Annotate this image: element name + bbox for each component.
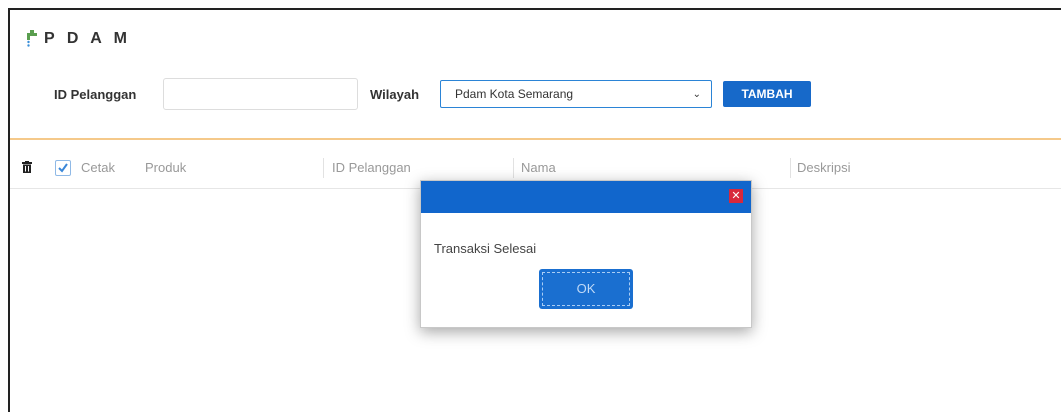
column-id-pelanggan: ID Pelanggan bbox=[332, 160, 411, 175]
column-nama: Nama bbox=[521, 160, 556, 175]
check-icon bbox=[58, 163, 68, 173]
app-title: P D A M bbox=[44, 30, 131, 47]
id-pelanggan-label: ID Pelanggan bbox=[54, 87, 137, 102]
column-separator bbox=[790, 158, 791, 178]
column-cetak: Cetak bbox=[81, 160, 115, 175]
close-icon[interactable]: ✕ bbox=[729, 189, 743, 203]
wilayah-select[interactable]: Pdam Kota Semarang ⌄ bbox=[440, 80, 712, 108]
trash-icon[interactable] bbox=[22, 161, 32, 173]
dialog-message: Transaksi Selesai bbox=[434, 241, 537, 256]
wilayah-label: Wilayah bbox=[370, 87, 420, 102]
section-divider bbox=[10, 138, 1061, 140]
column-separator bbox=[323, 158, 324, 178]
column-deskripsi: Deskripsi bbox=[797, 160, 851, 175]
id-pelanggan-input[interactable] bbox=[163, 78, 358, 110]
column-produk: Produk bbox=[145, 160, 187, 175]
search-form: ID Pelanggan Wilayah Pdam Kota Semarang … bbox=[10, 78, 1061, 112]
cetak-checkbox[interactable] bbox=[55, 160, 71, 176]
ok-button[interactable]: OK bbox=[539, 269, 633, 309]
water-tap-icon bbox=[27, 30, 37, 47]
dialog-header: ✕ bbox=[421, 181, 751, 213]
app-frame: P D A M ID Pelanggan Wilayah Pdam Kota S… bbox=[8, 8, 1061, 412]
column-separator bbox=[513, 158, 514, 178]
tambah-button[interactable]: TAMBAH bbox=[723, 81, 811, 107]
wilayah-selected-value: Pdam Kota Semarang bbox=[455, 87, 574, 101]
app-header: P D A M bbox=[26, 30, 131, 48]
chevron-down-icon: ⌄ bbox=[692, 89, 701, 100]
transaction-dialog: ✕ Transaksi Selesai OK bbox=[420, 180, 752, 328]
